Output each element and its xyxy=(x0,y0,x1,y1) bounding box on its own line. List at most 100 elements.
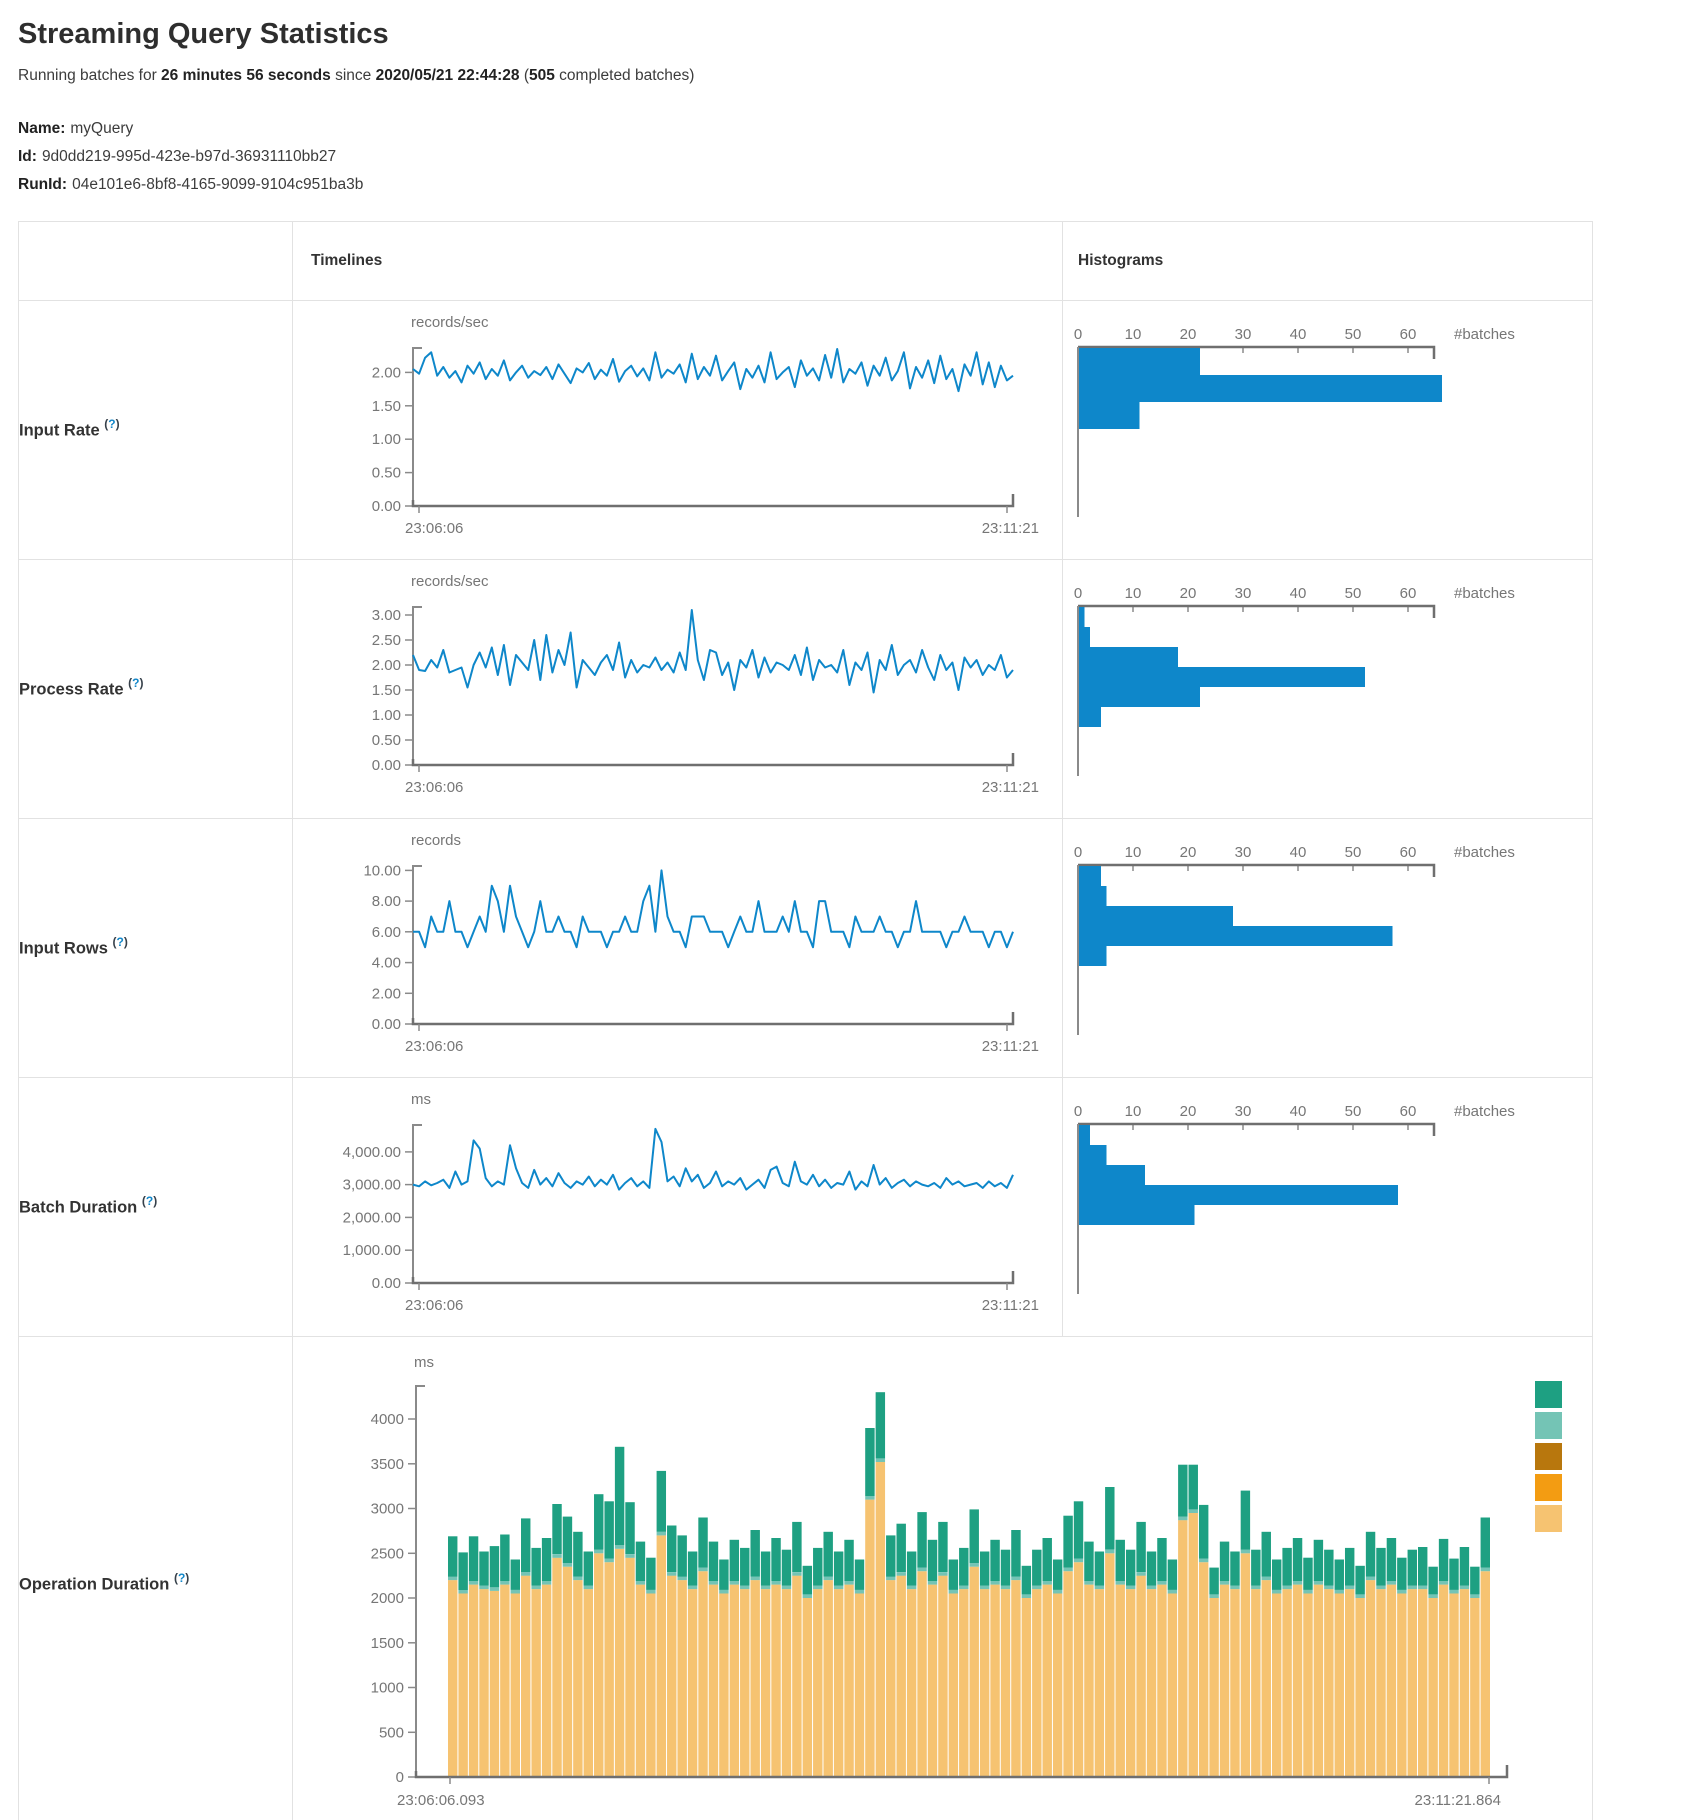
svg-text:60: 60 xyxy=(1400,585,1417,602)
runid-label: RunId: xyxy=(18,176,67,193)
svg-text:0.00: 0.00 xyxy=(372,1016,401,1033)
legend-swatch xyxy=(1535,1412,1562,1439)
input-rows-label: Input Rows xyxy=(19,940,108,958)
svg-text:ms: ms xyxy=(411,1091,431,1108)
svg-text:0.00: 0.00 xyxy=(372,1275,401,1292)
svg-text:2.00: 2.00 xyxy=(372,364,401,381)
svg-text:0.50: 0.50 xyxy=(372,464,401,481)
timelines-header: Timelines xyxy=(293,221,1063,300)
summary-mid: since xyxy=(331,67,376,84)
input-rate-label-cell: Input Rate (?) xyxy=(19,300,293,559)
svg-text:0: 0 xyxy=(1074,326,1082,343)
svg-text:10.00: 10.00 xyxy=(363,862,401,879)
svg-text:23:11:21.864: 23:11:21.864 xyxy=(1415,1792,1501,1809)
input-rows-row: Input Rows (?) records0.002.004.006.008.… xyxy=(19,818,1593,1077)
svg-text:2.00: 2.00 xyxy=(372,657,401,674)
input-rate-label: Input Rate xyxy=(19,422,100,440)
query-runid-row: RunId: 04e101e6-8bf8-4165-9099-9104c951ba… xyxy=(18,171,1675,199)
svg-text:4,000.00: 4,000.00 xyxy=(343,1144,401,1161)
query-metadata: Name: myQuery Id:9d0dd219-995d-423e-b97d-… xyxy=(18,115,1675,199)
svg-text:1.00: 1.00 xyxy=(372,431,401,448)
batch-duration-histogram-chart[interactable]: 0102030405060#batches xyxy=(1063,1078,1592,1336)
svg-text:10: 10 xyxy=(1125,844,1142,861)
svg-text:30: 30 xyxy=(1235,326,1252,343)
process-rate-timeline-chart[interactable]: records/sec0.000.501.001.502.002.503.002… xyxy=(293,560,1062,818)
svg-text:0: 0 xyxy=(1074,1103,1082,1120)
input-rate-help-icon[interactable]: (?) xyxy=(104,417,119,431)
start-timestamp: 2020/05/21 22:44:28 xyxy=(376,67,520,84)
svg-text:1.00: 1.00 xyxy=(372,707,401,724)
query-name-row: Name: myQuery xyxy=(18,115,1675,143)
svg-text:40: 40 xyxy=(1290,326,1307,343)
svg-text:50: 50 xyxy=(1345,326,1362,343)
svg-text:0.00: 0.00 xyxy=(372,757,401,774)
legend-swatch xyxy=(1535,1443,1562,1470)
process-rate-help-icon[interactable]: (?) xyxy=(128,676,143,690)
query-id-row: Id:9d0dd219-995d-423e-b97d-36931110bb27 xyxy=(18,143,1675,171)
operation-duration-legend xyxy=(1535,1381,1562,1536)
input-rate-timeline-chart[interactable]: records/sec0.000.501.001.502.0023:06:062… xyxy=(293,301,1062,559)
process-rate-histogram-chart[interactable]: 0102030405060#batches xyxy=(1063,560,1592,818)
completed-batches-count: 505 xyxy=(529,67,555,84)
process-rate-label-cell: Process Rate (?) xyxy=(19,559,293,818)
svg-text:3000: 3000 xyxy=(371,1500,404,1517)
svg-text:23:06:06: 23:06:06 xyxy=(405,1038,463,1055)
running-batches-summary: Running batches for 26 minutes 56 second… xyxy=(18,67,1675,85)
svg-text:30: 30 xyxy=(1235,1103,1252,1120)
histograms-header: Histograms xyxy=(1063,221,1593,300)
svg-text:3,000.00: 3,000.00 xyxy=(343,1176,401,1193)
svg-text:60: 60 xyxy=(1400,1103,1417,1120)
input-rows-help-icon[interactable]: (?) xyxy=(113,935,128,949)
svg-text:8.00: 8.00 xyxy=(372,893,401,910)
legend-swatch xyxy=(1535,1505,1562,1532)
query-runid: 04e101e6-8bf8-4165-9099-9104c951ba3b xyxy=(72,176,363,193)
svg-text:records/sec: records/sec xyxy=(411,314,489,331)
input-rate-histogram-chart[interactable]: 0102030405060#batches xyxy=(1063,301,1592,559)
svg-text:records: records xyxy=(411,832,461,849)
svg-text:#batches: #batches xyxy=(1454,844,1515,861)
svg-text:20: 20 xyxy=(1180,585,1197,602)
svg-text:4.00: 4.00 xyxy=(372,954,401,971)
statistics-table: Timelines Histograms Input Rate (?) reco… xyxy=(18,221,1593,1820)
legend-swatch xyxy=(1535,1474,1562,1501)
input-rows-histogram-chart[interactable]: 0102030405060#batches xyxy=(1063,819,1592,1077)
svg-text:#batches: #batches xyxy=(1454,326,1515,343)
svg-text:23:06:06.093: 23:06:06.093 xyxy=(397,1792,485,1809)
name-label: Name: xyxy=(18,120,65,137)
operation-duration-label-cell: Operation Duration (?) xyxy=(19,1336,293,1820)
summary-paren: ( xyxy=(520,67,529,84)
summary-prefix: Running batches for xyxy=(18,67,161,84)
batch-duration-help-icon[interactable]: (?) xyxy=(142,1194,157,1208)
svg-text:2500: 2500 xyxy=(371,1545,404,1562)
svg-text:#batches: #batches xyxy=(1454,585,1515,602)
svg-text:50: 50 xyxy=(1345,585,1362,602)
svg-text:500: 500 xyxy=(379,1724,404,1741)
operation-duration-help-icon[interactable]: (?) xyxy=(174,1571,189,1585)
operation-duration-stacked-chart[interactable]: ms0500100015002000250030003500400023:06:… xyxy=(293,1337,1593,1820)
query-id: 9d0dd219-995d-423e-b97d-36931110bb27 xyxy=(42,148,336,165)
svg-text:1000: 1000 xyxy=(371,1679,404,1696)
svg-text:20: 20 xyxy=(1180,326,1197,343)
query-name: myQuery xyxy=(70,120,133,137)
process-rate-label: Process Rate xyxy=(19,681,124,699)
svg-text:40: 40 xyxy=(1290,1103,1307,1120)
svg-text:2,000.00: 2,000.00 xyxy=(343,1209,401,1226)
svg-text:10: 10 xyxy=(1125,1103,1142,1120)
svg-text:23:11:21: 23:11:21 xyxy=(982,779,1039,796)
svg-text:2.50: 2.50 xyxy=(372,632,401,649)
input-rows-timeline-chart[interactable]: records0.002.004.006.008.0010.0023:06:06… xyxy=(293,819,1062,1077)
svg-text:10: 10 xyxy=(1125,585,1142,602)
svg-text:1.50: 1.50 xyxy=(372,682,401,699)
legend-swatch xyxy=(1535,1381,1562,1408)
batch-duration-row: Batch Duration (?) ms0.001,000.002,000.0… xyxy=(19,1077,1593,1336)
input-rate-row: Input Rate (?) records/sec0.000.501.001.… xyxy=(19,300,1593,559)
process-rate-row: Process Rate (?) records/sec0.000.501.00… xyxy=(19,559,1593,818)
svg-text:23:11:21: 23:11:21 xyxy=(982,1297,1039,1314)
batch-duration-timeline-chart[interactable]: ms0.001,000.002,000.003,000.004,000.0023… xyxy=(293,1078,1062,1336)
svg-text:0.50: 0.50 xyxy=(372,732,401,749)
svg-text:#batches: #batches xyxy=(1454,1103,1515,1120)
empty-header-cell xyxy=(19,221,293,300)
svg-text:20: 20 xyxy=(1180,1103,1197,1120)
svg-text:60: 60 xyxy=(1400,326,1417,343)
svg-text:30: 30 xyxy=(1235,585,1252,602)
